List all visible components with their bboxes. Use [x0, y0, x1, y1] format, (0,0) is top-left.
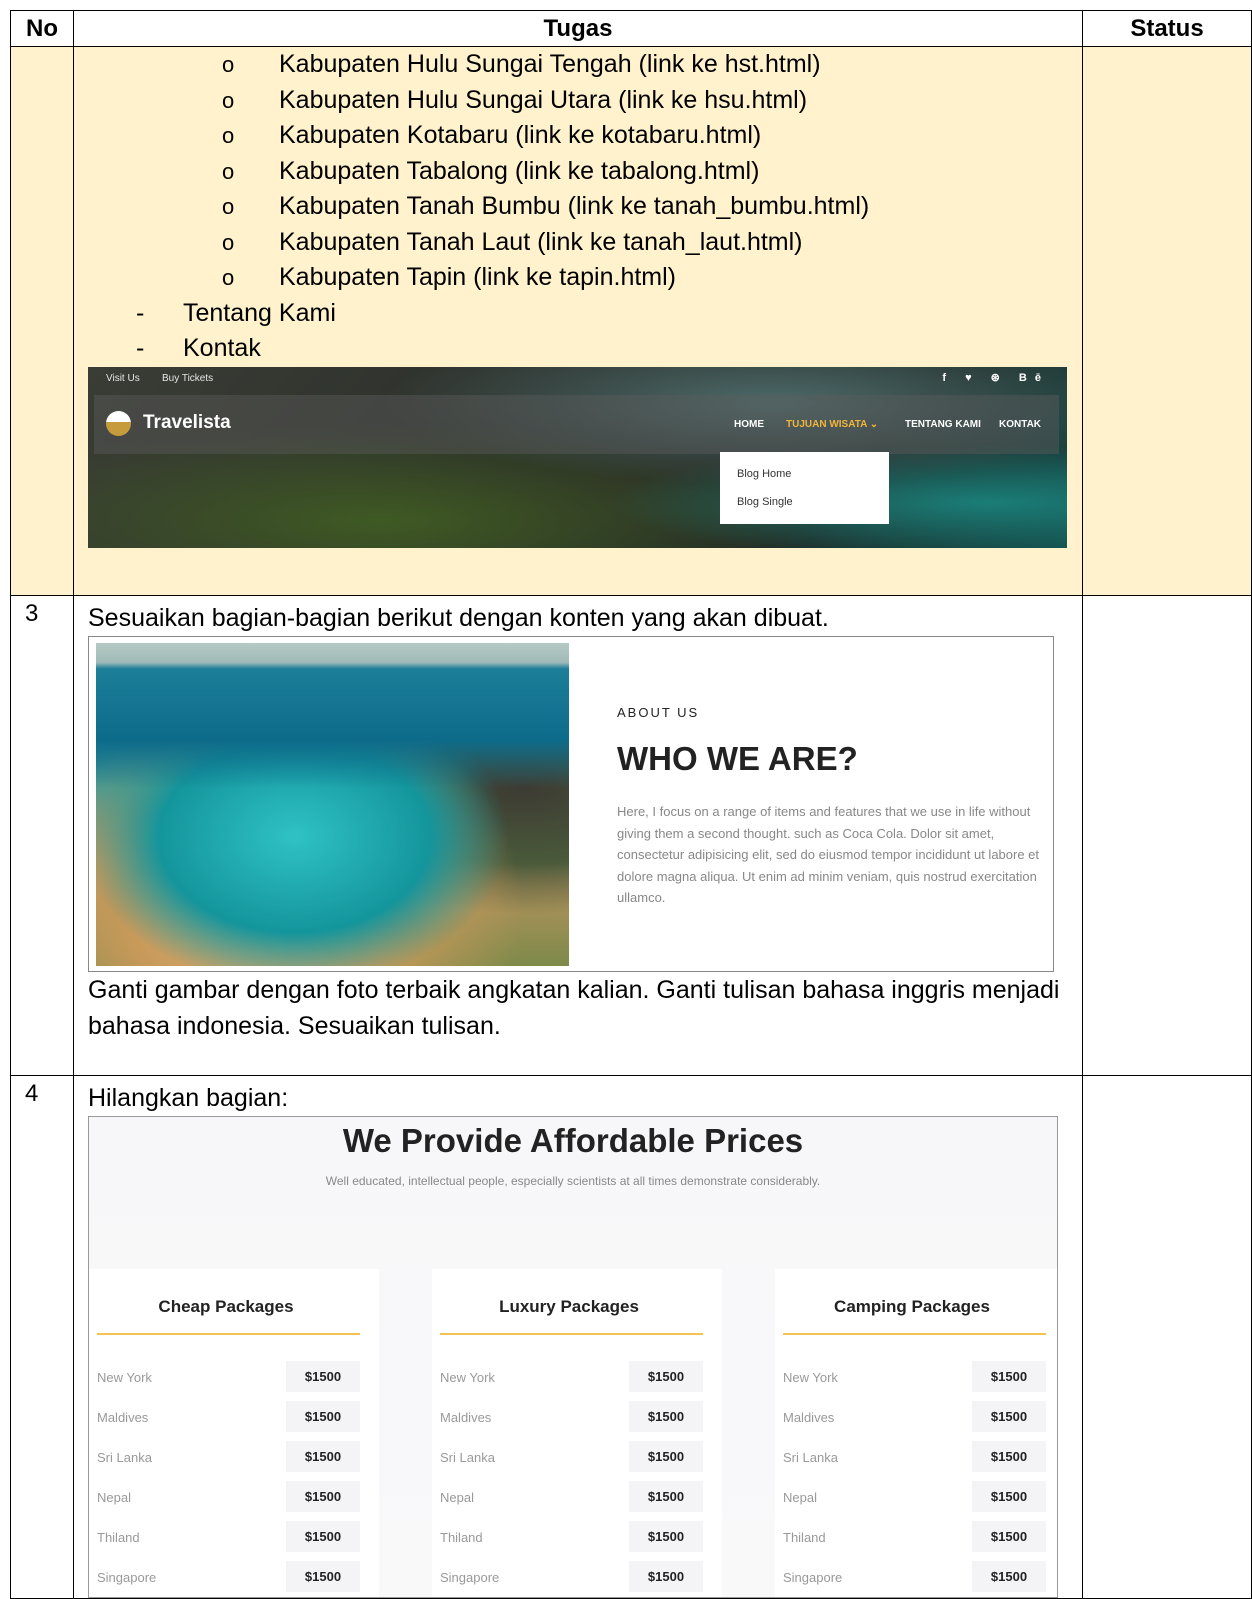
nav-tentang-kami[interactable]: TENTANG KAMI [905, 419, 981, 430]
list-item: o Kabupaten Tapin (link ke tapin.html) [74, 260, 1082, 296]
dropdown-menu: Blog Home Blog Single [720, 451, 889, 524]
logo-icon [106, 410, 131, 436]
topbar: Visit Us Buy Tickets f ♥ ⊛ Bē [88, 367, 1067, 391]
table-row-menu: o Kabupaten Hulu Sungai Tengah (link ke h… [10, 46, 1252, 596]
circle-bullet: o [222, 87, 235, 113]
price-row: New York $1500 [783, 1361, 1046, 1393]
list-item: o Kabupaten Hulu Sungai Tengah (link ke h… [74, 47, 1082, 83]
price-row: Singapore $1500 [440, 1561, 703, 1593]
circle-bullet: o [222, 158, 235, 184]
package-divider [783, 1333, 1046, 1335]
package-title: Cheap Packages [158, 1297, 294, 1316]
list-item: - Tentang Kami [74, 296, 1082, 332]
price-row: Thiland $1500 [97, 1521, 360, 1553]
price-row: Singapore $1500 [97, 1561, 360, 1593]
nav-home[interactable]: HOME [734, 419, 764, 430]
price-row: New York $1500 [97, 1361, 360, 1393]
price-row: Nepal $1500 [783, 1481, 1046, 1513]
price-row: Singapore $1500 [783, 1561, 1046, 1593]
row4-intro: Hilangkan bagian: [88, 1084, 289, 1112]
package-card-luxury: Luxury Packages New York $1500 Maldives $1… [432, 1269, 722, 1597]
price-row: Maldives $1500 [783, 1401, 1046, 1433]
tugas-cell-menu: o Kabupaten Hulu Sungai Tengah (link ke h… [73, 46, 1083, 596]
travelista-header-screenshot: Visit Us Buy Tickets f ♥ ⊛ Bē Travelista… [88, 366, 1067, 548]
pricing-screenshot: We Provide Affordable Prices Well educat… [88, 1116, 1058, 1598]
topbar-link-visit[interactable]: Visit Us [106, 373, 140, 384]
table-row-4: 4 Hilangkan bagian: We Provide Affordabl… [10, 1075, 1252, 1599]
circle-bullet: o [222, 265, 235, 290]
main-list: - Tentang Kami - Kontak [74, 296, 1082, 367]
package-card-camping: Camping Packages New York $1500 Maldives $… [775, 1269, 1057, 1597]
tugas-cell-3: Sesuaikan bagian-bagian berikut dengan k… [73, 595, 1083, 1076]
circle-bullet: o [222, 123, 235, 148]
sub-list: o Kabupaten Hulu Sungai Tengah (link ke h… [74, 47, 1082, 296]
nav-tujuan-wisata[interactable]: TUJUAN WISATA ⌄ [786, 419, 878, 430]
package-divider [97, 1333, 360, 1335]
row-number: 4 [10, 1075, 74, 1599]
status-cell [1082, 595, 1252, 1076]
circle-bullet: o [222, 229, 235, 255]
circle-bullet: o [222, 194, 235, 219]
about-screenshot: ABOUT US WHO WE ARE? Here, I focus on a … [88, 636, 1054, 972]
price-row: Maldives $1500 [440, 1401, 703, 1433]
navbar: Travelista HOME TUJUAN WISATA ⌄ TENTANG … [94, 394, 1059, 454]
pricing-title: We Provide Affordable Prices [342, 1122, 804, 1159]
row3-intro: Sesuaikan bagian-bagian berikut dengan k… [88, 604, 829, 632]
nav-kontak[interactable]: KONTAK [999, 419, 1041, 430]
price-row: Sri Lanka $1500 [97, 1441, 360, 1473]
pricing-subtitle: Well educated, intellectual people, espe… [325, 1174, 821, 1188]
header-no: No [10, 10, 74, 47]
price-row: Nepal $1500 [97, 1481, 360, 1513]
beach-photo [96, 643, 569, 966]
price-row: Nepal $1500 [440, 1481, 703, 1513]
about-label: ABOUT US [617, 705, 700, 720]
package-title: Camping Packages [834, 1297, 990, 1316]
dash-bullet: - [136, 334, 145, 362]
table-row-3: 3 Sesuaikan bagian-bagian berikut dengan… [10, 595, 1252, 1076]
status-cell [1082, 1075, 1252, 1599]
row-number: 3 [10, 595, 74, 1076]
header-status: Status [1082, 10, 1252, 47]
header-row: No Tugas Status [10, 10, 1252, 47]
dropdown-item[interactable]: Blog Home [737, 468, 791, 480]
list-item: o Kabupaten Kotabaru (link ke kotabaru.ht… [74, 118, 1082, 154]
no-cell-empty [10, 46, 74, 596]
social-icons[interactable]: f ♥ ⊛ Bē [942, 371, 1049, 384]
list-item: - Kontak [74, 331, 1082, 367]
price-row: Sri Lanka $1500 [440, 1441, 703, 1473]
header-tugas: Tugas [73, 10, 1083, 47]
dash-bullet: - [136, 298, 145, 327]
package-divider [440, 1333, 703, 1335]
about-title: WHO WE ARE? [617, 740, 858, 777]
list-item: o Kabupaten Tanah Bumbu (link ke tanah_bu… [74, 189, 1082, 225]
tugas-cell-4: Hilangkan bagian: We Provide Affordable … [73, 1075, 1083, 1599]
list-item: o Kabupaten Tanah Laut (link ke tanah_lau… [74, 225, 1082, 261]
circle-bullet: o [222, 52, 235, 77]
package-title: Luxury Packages [499, 1297, 639, 1316]
price-row: New York $1500 [440, 1361, 703, 1393]
task-table: No Tugas Status o Kabupaten Hulu Sungai T… [10, 10, 1252, 1599]
price-row: Thiland $1500 [783, 1521, 1046, 1553]
price-row: Maldives $1500 [97, 1401, 360, 1433]
status-cell [1082, 46, 1252, 596]
price-row: Sri Lanka $1500 [783, 1441, 1046, 1473]
about-paragraph: Here, I focus on a range of items and fe… [617, 804, 1040, 905]
list-item: o Kabupaten Tabalong (link ke tabalong.ht… [74, 154, 1082, 190]
list-item: o Kabupaten Hulu Sungai Utara (link ke hs… [74, 83, 1082, 119]
logo[interactable]: Travelista [143, 412, 231, 434]
dropdown-item[interactable]: Blog Single [737, 496, 793, 508]
price-row: Thiland $1500 [440, 1521, 703, 1553]
topbar-link-tickets[interactable]: Buy Tickets [162, 373, 213, 384]
row3-note: Ganti gambar dengan foto terbaik angkata… [88, 976, 1060, 1040]
package-card-cheap: Cheap Packages New York $1500 Maldives $15… [89, 1269, 379, 1597]
